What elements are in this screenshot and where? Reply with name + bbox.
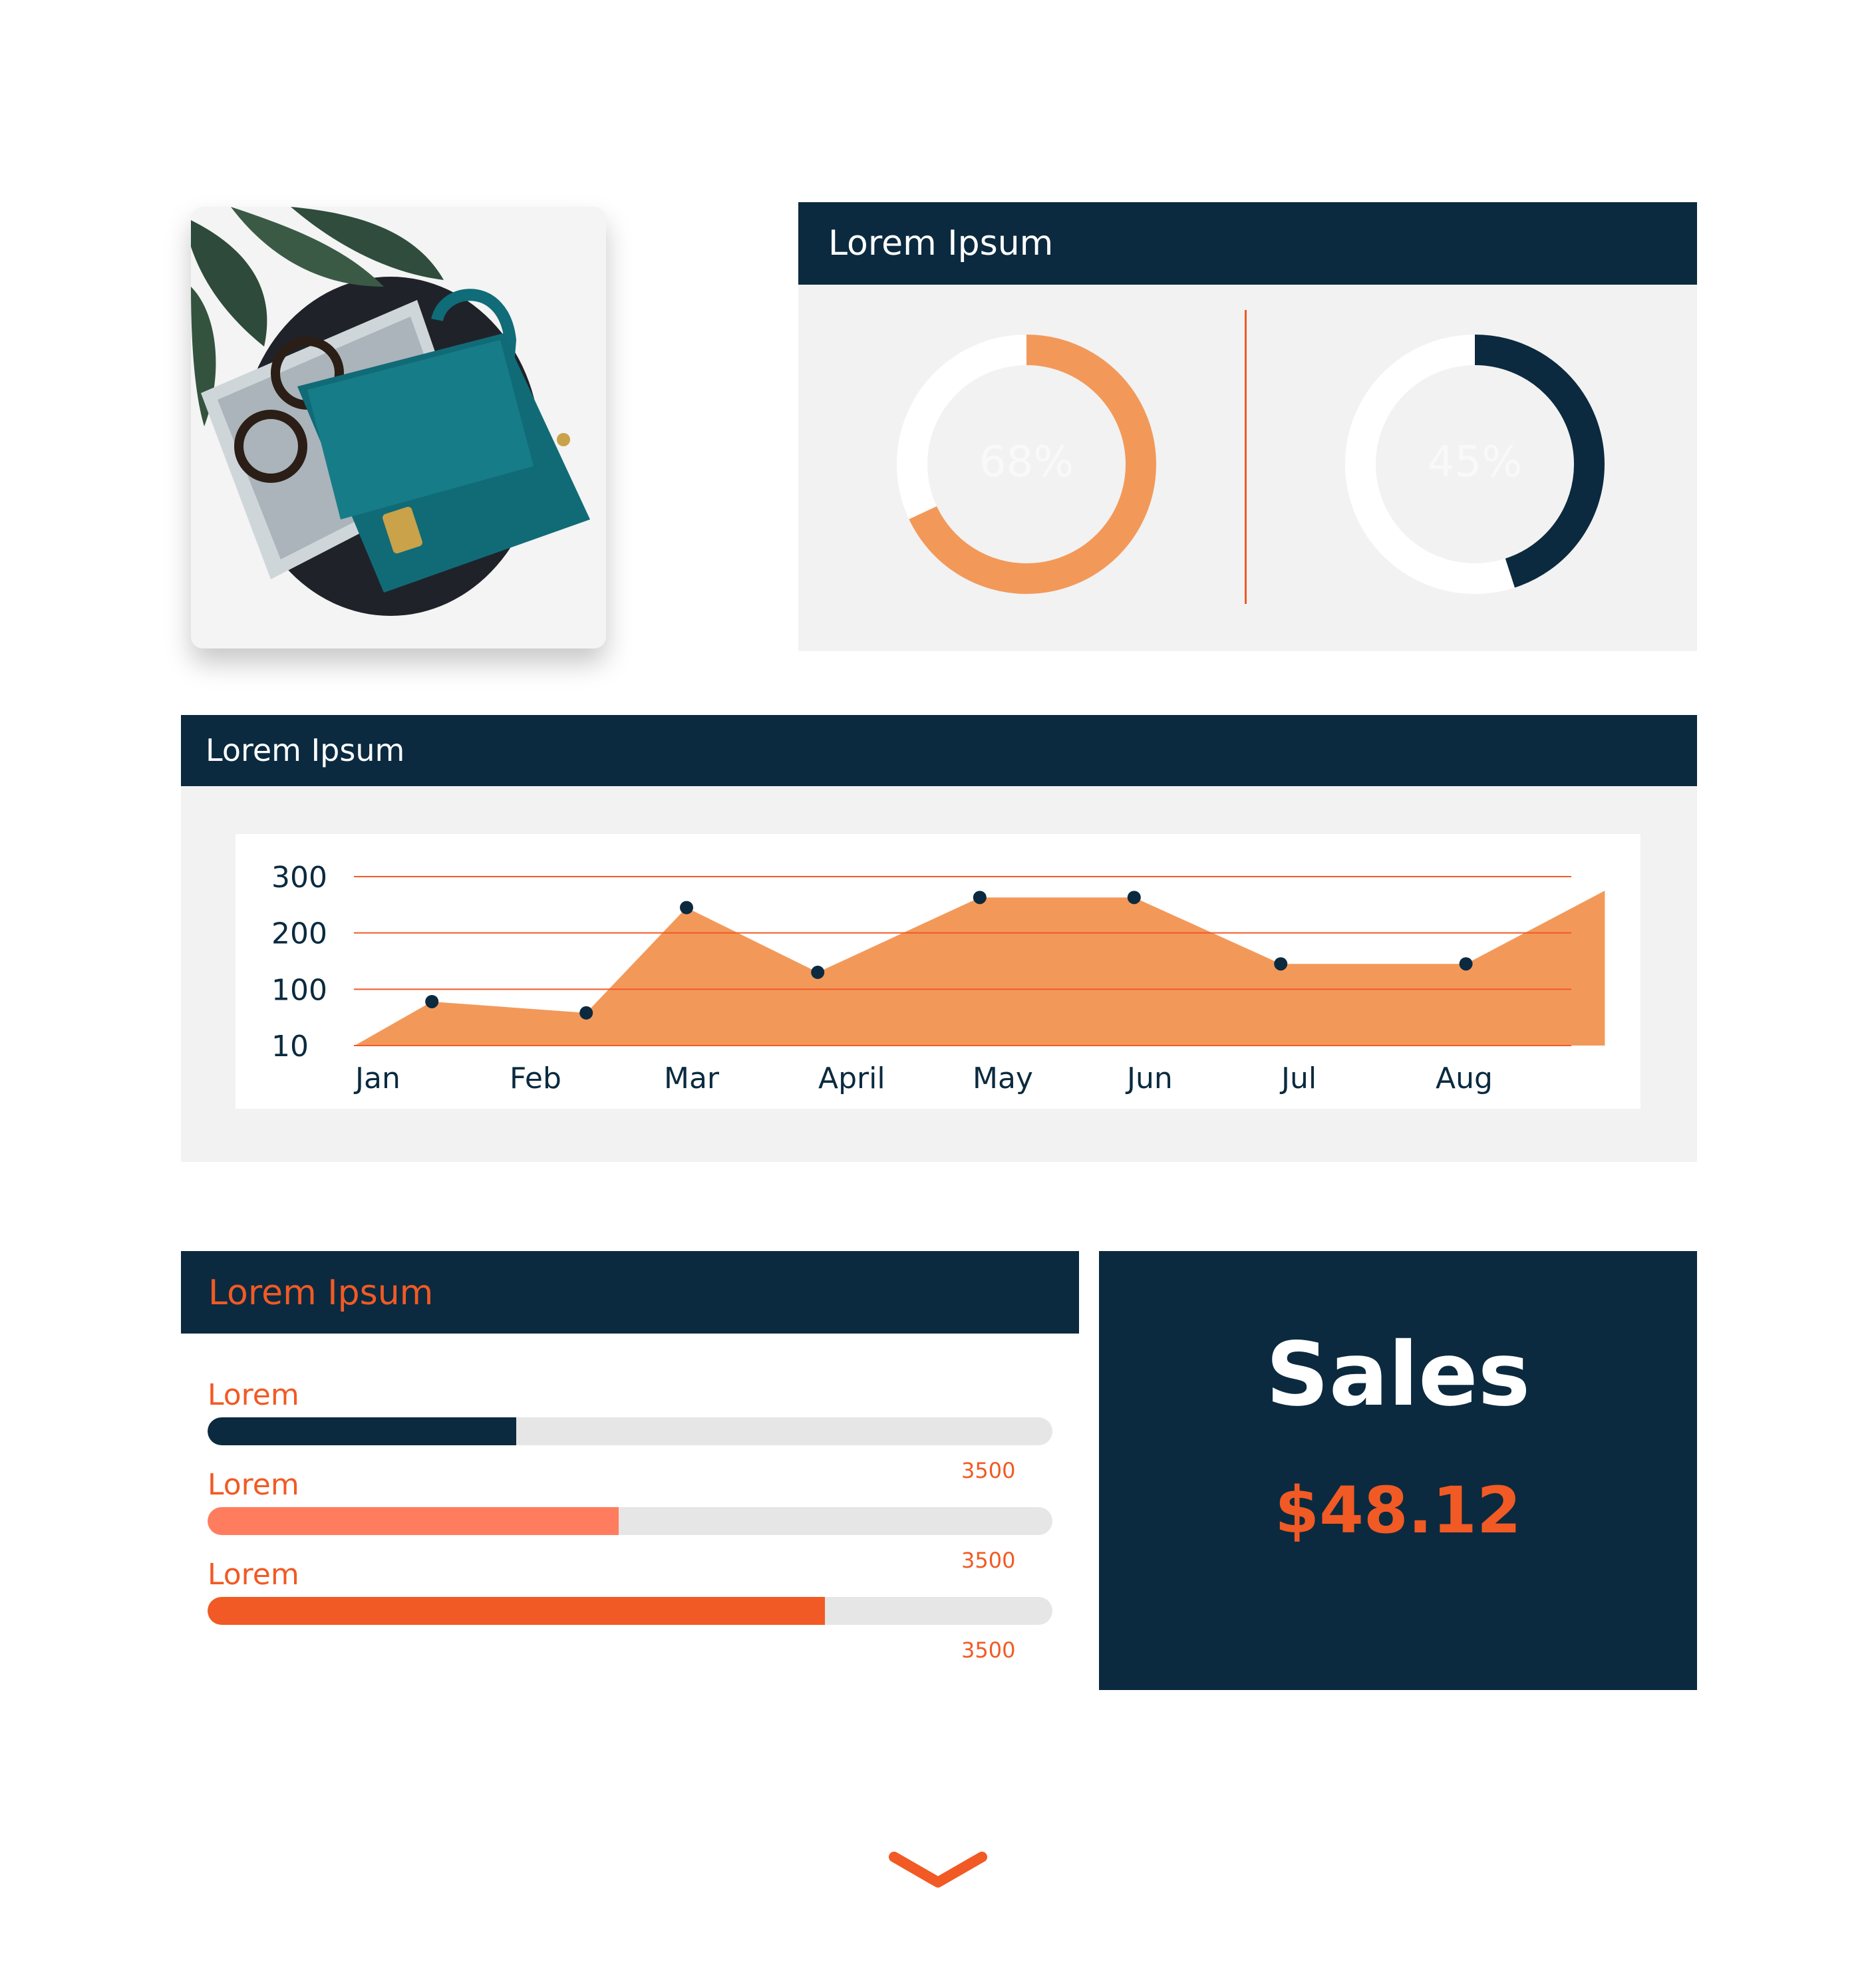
bar-1-label: Lorem bbox=[208, 1378, 299, 1412]
bar-2-track bbox=[208, 1507, 1052, 1535]
donut-chart-1: 68% bbox=[893, 331, 1160, 597]
bar-3-track bbox=[208, 1597, 1052, 1625]
bar-2-label: Lorem bbox=[208, 1468, 299, 1502]
bars-panel-title: Lorem Ipsum bbox=[208, 1273, 434, 1313]
bar-2-value: 3500 bbox=[961, 1548, 1016, 1573]
donut-1-label: 68% bbox=[979, 438, 1074, 487]
area-chart-card bbox=[235, 834, 1640, 1109]
bar-1-value: 3500 bbox=[961, 1458, 1016, 1483]
area-panel-header: Lorem Ipsum bbox=[181, 715, 1697, 786]
donut-chart-2: 45% bbox=[1342, 331, 1608, 597]
sales-title: Sales bbox=[1265, 1324, 1531, 1426]
bar-3-label: Lorem bbox=[208, 1558, 299, 1592]
bar-1-track bbox=[208, 1417, 1052, 1445]
area-panel-title: Lorem Ipsum bbox=[206, 732, 405, 768]
product-photo bbox=[191, 207, 606, 648]
bar-1-fill bbox=[208, 1417, 516, 1445]
donut-panel-title: Lorem Ipsum bbox=[828, 223, 1054, 263]
chevron-down-icon[interactable] bbox=[885, 1848, 991, 1894]
bar-3-fill bbox=[208, 1597, 826, 1625]
bar-2-fill bbox=[208, 1507, 619, 1535]
bar-3-value: 3500 bbox=[961, 1637, 1016, 1663]
handbag-photo-icon bbox=[191, 207, 606, 648]
sales-card: Sales $48.12 bbox=[1099, 1251, 1697, 1690]
bars-panel-header: Lorem Ipsum bbox=[181, 1251, 1079, 1334]
donut-panel-header: Lorem Ipsum bbox=[798, 202, 1697, 285]
donut-divider bbox=[1245, 310, 1247, 604]
donut-2-label: 45% bbox=[1427, 438, 1523, 487]
sales-value: $48.12 bbox=[1275, 1473, 1521, 1548]
donut-panel-body: 68% 45% bbox=[798, 285, 1697, 651]
